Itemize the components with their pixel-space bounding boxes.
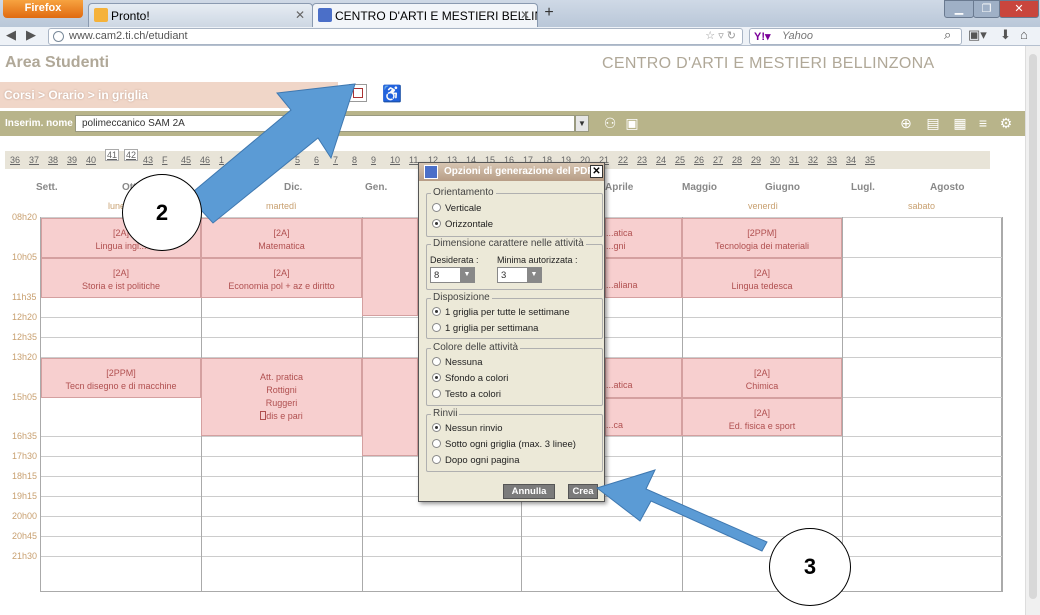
arrow-to-create-button (595, 469, 768, 552)
arrow-to-pdf-icon (187, 83, 356, 224)
annotation-step-2: 2 (122, 174, 202, 251)
annotation-arrows (187, 83, 768, 552)
annotation-step-3: 3 (769, 528, 851, 606)
